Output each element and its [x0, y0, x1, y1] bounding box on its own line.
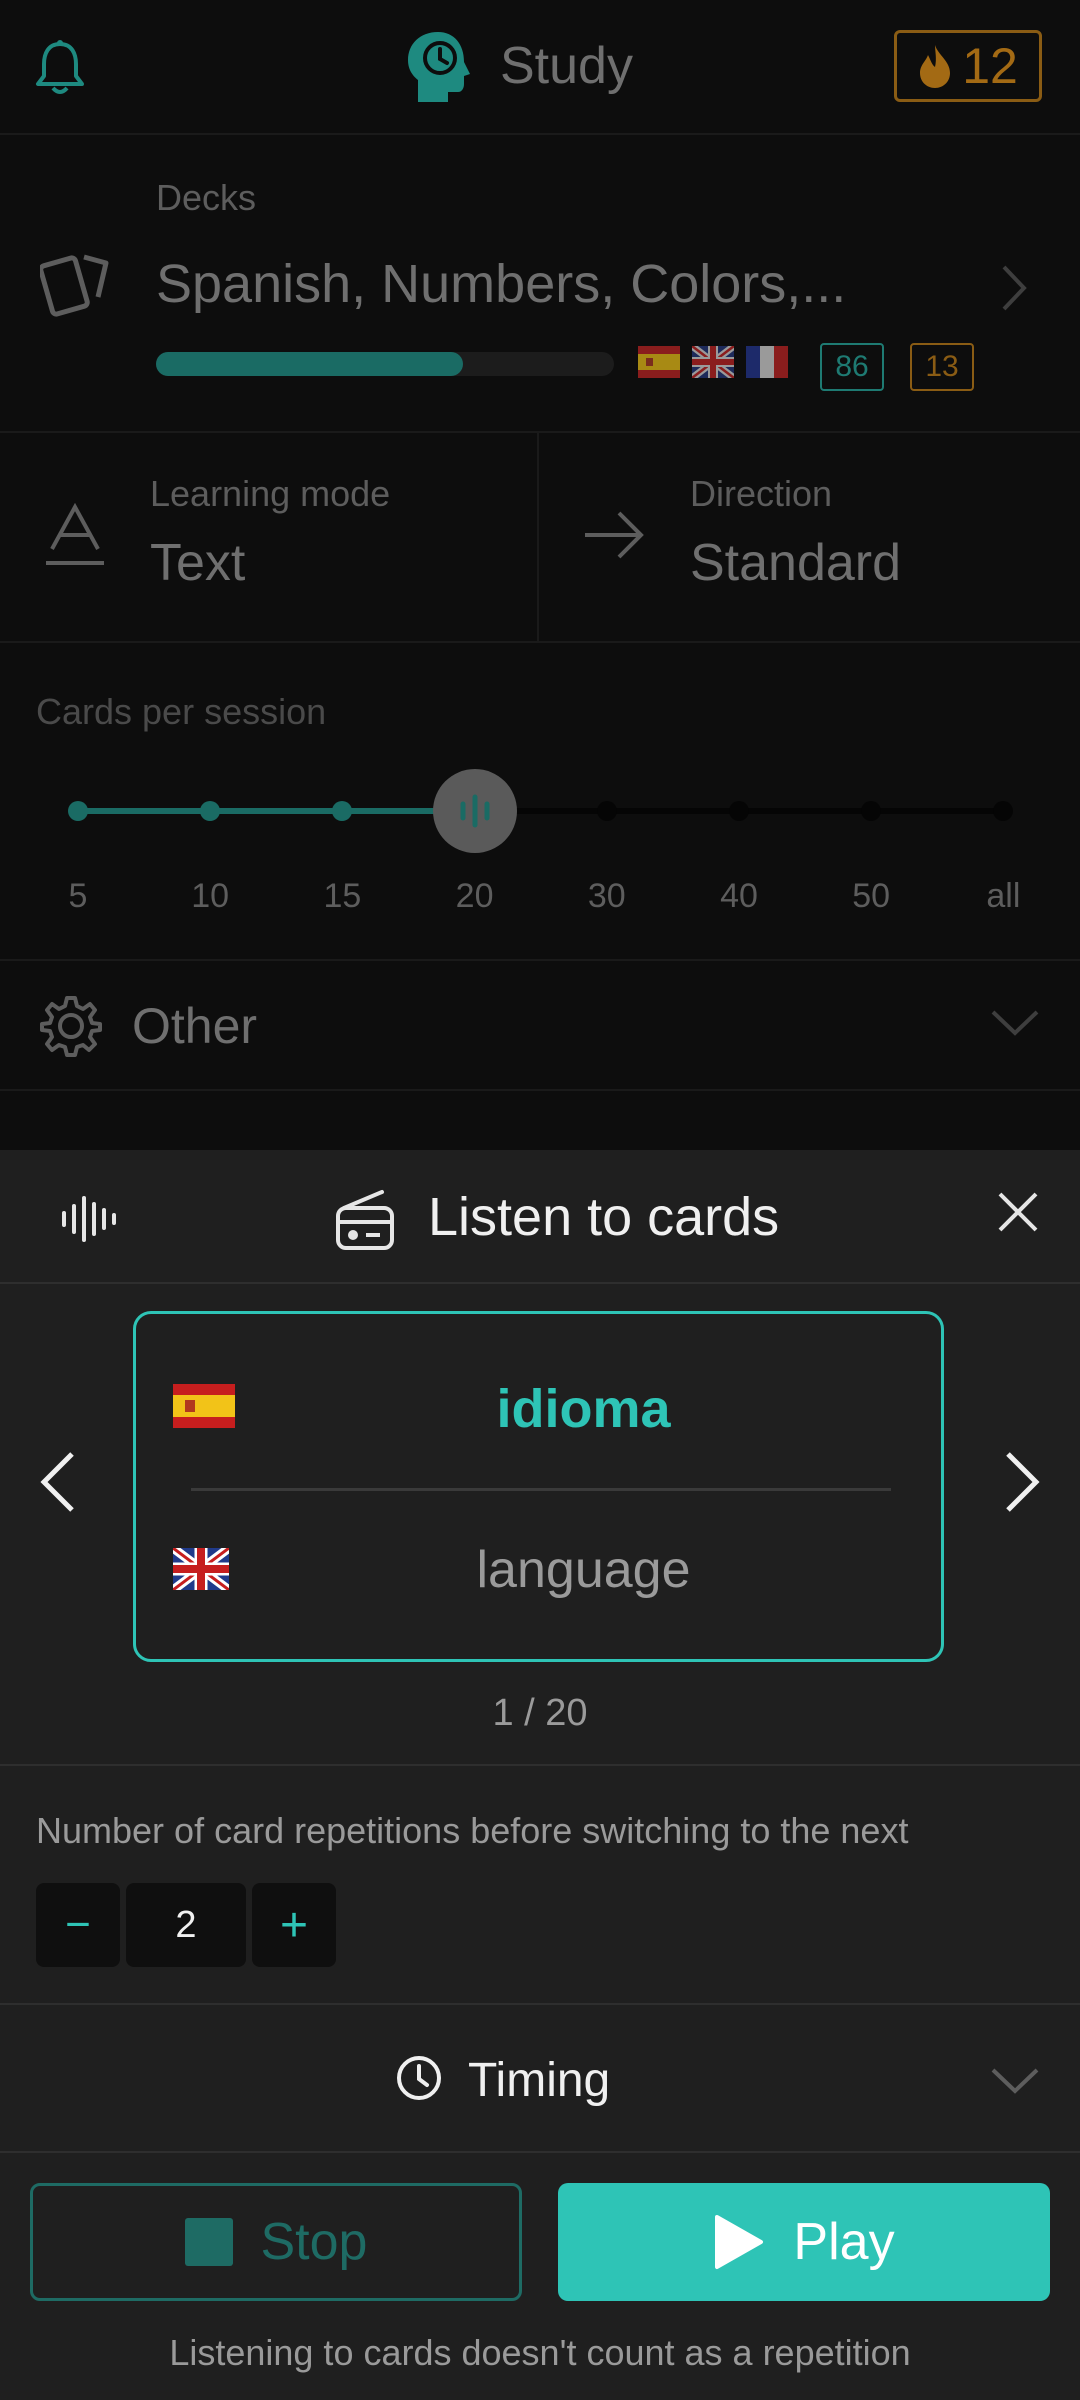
pager-divider: [0, 1764, 1080, 1766]
direction-label: Direction: [690, 473, 833, 514]
waveform-icon: [457, 793, 493, 829]
slider-tick-dot[interactable]: [861, 801, 882, 821]
gear-icon: [40, 995, 102, 1057]
front-word: idioma: [496, 1379, 671, 1439]
page-title: Study: [500, 37, 633, 95]
repetitions-value[interactable]: 2: [126, 1883, 246, 1967]
cards-per-session-label: Cards per session: [36, 691, 327, 732]
stop-button[interactable]: Stop: [30, 2183, 522, 2301]
learned-count-badge: 86: [820, 343, 884, 391]
card-divider: [191, 1488, 891, 1491]
direction-value: Standard: [690, 534, 902, 592]
learning-mode-value: Text: [150, 534, 246, 592]
bell-icon[interactable]: [34, 38, 86, 96]
france-flag-icon: [746, 346, 788, 378]
footer-note: Listening to cards doesn't count as a re…: [169, 2332, 911, 2373]
slider-tick-label: 15: [323, 877, 362, 915]
slider-tick-dot[interactable]: [68, 801, 88, 821]
slider-tick-label: 5: [68, 877, 88, 915]
sheet-title: Listen to cards: [428, 1187, 780, 1247]
text-mode-icon: [44, 503, 106, 567]
chevron-down-icon: [990, 2067, 1040, 2095]
decrement-button[interactable]: −: [36, 1883, 120, 1967]
soundwave-icon[interactable]: [60, 1194, 118, 1244]
decks-row[interactable]: Decks Spanish, Numbers, Colors,... 86 13: [0, 135, 1080, 433]
brain-head-icon: [404, 30, 470, 104]
arrow-right-icon: [583, 509, 645, 561]
slider-tick-label: 50: [852, 877, 891, 915]
uk-flag-icon: [692, 346, 734, 378]
learning-mode-label: Learning mode: [150, 473, 391, 514]
slider-track-fill: [78, 808, 475, 814]
stop-label: Stop: [260, 2213, 368, 2271]
chevron-down-icon: [990, 1009, 1040, 1037]
flame-icon: [918, 43, 952, 89]
sheet-divider: [0, 1282, 1080, 1284]
direction-button[interactable]: Direction Standard: [539, 433, 1080, 641]
previous-card-button[interactable]: [38, 1450, 78, 1514]
play-label: Play: [793, 2213, 895, 2271]
due-count-badge: 13: [910, 343, 974, 391]
slider-tick-label: 30: [587, 877, 626, 915]
timing-divider: [0, 2151, 1080, 2153]
deck-progress-bar: [156, 352, 614, 376]
slider-thumb[interactable]: [432, 769, 517, 853]
slider-tick-label: 20: [455, 877, 494, 915]
session-slider[interactable]: 5 10 15 20 30 40 50 all: [0, 763, 1080, 943]
slider-tick-dot[interactable]: [993, 801, 1014, 821]
back-word: language: [476, 1541, 691, 1599]
slider-tick-dot[interactable]: [596, 801, 617, 821]
decks-label: Decks: [156, 177, 257, 218]
chevron-right-icon: [1000, 263, 1028, 313]
mode-direction-row: Learning mode Text Direction Standard: [0, 433, 1080, 643]
increment-button[interactable]: +: [252, 1883, 336, 1967]
learning-mode-button[interactable]: Learning mode Text: [0, 433, 539, 641]
cards-per-session-row: Cards per session 5 10 15 20 30 40 50 all: [0, 643, 1080, 961]
timing-label: Timing: [468, 2054, 611, 2107]
slider-tick-label: all: [986, 877, 1021, 915]
radio-icon: [334, 1188, 396, 1252]
close-icon[interactable]: [996, 1190, 1040, 1234]
streak-count: 12: [962, 38, 1018, 94]
decks-value: Spanish, Numbers, Colors,...: [156, 254, 847, 314]
stop-icon: [184, 2218, 233, 2266]
other-label: Other: [132, 998, 258, 1054]
slider-tick-label: 40: [720, 877, 758, 915]
clock-icon: [396, 2055, 442, 2101]
deck-progress-fill: [156, 352, 463, 376]
streak-badge[interactable]: 12: [894, 30, 1042, 102]
slider-tick-dot[interactable]: [332, 801, 353, 821]
next-card-button[interactable]: [1002, 1450, 1042, 1514]
card-pager: 1 / 20: [492, 1692, 588, 1734]
top-bar: Study 12: [0, 0, 1080, 135]
slider-tick-label: 10: [191, 877, 230, 915]
slider-tick-dot[interactable]: [200, 801, 221, 821]
play-icon: [713, 2213, 765, 2271]
timing-row[interactable]: Timing: [0, 2005, 1080, 2151]
play-button[interactable]: Play: [558, 2183, 1050, 2301]
flashcard[interactable]: idioma language: [133, 1311, 944, 1662]
cards-deck-icon: [40, 247, 116, 319]
spain-flag-icon: [638, 346, 680, 378]
repetitions-label: Number of card repetitions before switch…: [36, 1810, 909, 1851]
slider-tick-dot[interactable]: [729, 801, 749, 821]
other-row[interactable]: Other: [0, 961, 1080, 1091]
